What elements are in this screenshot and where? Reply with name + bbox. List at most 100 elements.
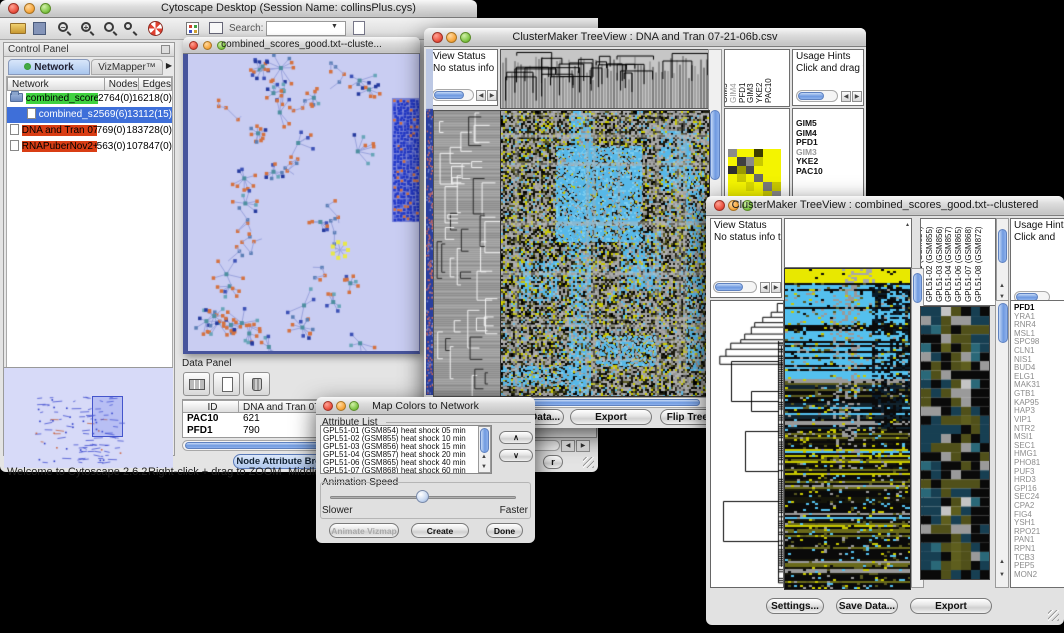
main-title-bar[interactable]: Cytoscape Desktop (Session Name: collins… [0,0,477,18]
zoom-in-icon[interactable]: + [81,22,91,32]
heatmap-cell[interactable] [772,149,781,157]
heatmap-cell[interactable] [754,182,763,190]
heatmap-cell[interactable] [746,149,755,157]
col-header-nodes[interactable]: Nodes [105,77,139,91]
global-heatmap[interactable] [500,110,710,397]
close-icon[interactable] [8,3,19,14]
table-icon[interactable] [183,372,210,396]
attribute-listbox[interactable]: GPL51-01 (GSM854) heat shock 05 minGPL51… [320,425,492,474]
float-panel-icon[interactable] [161,45,170,54]
scroll-left-icon[interactable]: ◀ [760,282,770,293]
resize-grip[interactable] [1048,610,1059,621]
network-row-selected[interactable]: combined_sco 2569(6) 13112(15) [7,107,172,123]
column-dendrogram[interactable] [500,49,709,109]
scroll-up-icon[interactable]: ▲ [481,454,487,460]
settings-button[interactable]: Settings... [766,598,824,614]
heatmap-cell[interactable] [772,166,781,174]
heatmap-cell[interactable] [746,174,755,182]
zoom-vscrollbar[interactable]: ▲ ▼ [995,300,1009,588]
delete-attribute-icon[interactable] [243,372,270,396]
scroll-right-icon[interactable]: ▶ [487,90,497,101]
treeview2-title-bar[interactable]: ClusterMaker TreeView : combined_scores_… [706,196,1064,216]
col-header-id[interactable]: ID [183,400,239,413]
listbox-vscrollbar[interactable]: ▲ ▼ [478,426,491,473]
network-row[interactable]: DNA and Tran 07 769(0) 183728(0) [7,123,172,139]
heatmap-cell[interactable] [737,157,746,165]
export-graphics-button[interactable]: Export Graphics... [570,409,652,425]
tab-vizmapper[interactable]: VizMapper™ [91,59,163,75]
heatmap-cell[interactable] [763,149,772,157]
slider-handle[interactable] [416,490,429,503]
zoom-heatmap[interactable] [920,306,990,580]
edit-page-icon[interactable] [353,21,365,35]
save-data-button[interactable]: Save Data... [836,598,898,614]
animate-vizmap-button[interactable]: Animate Vizmap [329,523,399,538]
usage-hints-hscrollbar[interactable] [796,90,838,102]
heatmap-cell[interactable] [728,182,737,190]
scroll-right-icon[interactable]: ▶ [852,91,862,102]
attribute-browser-tab-fragment[interactable]: r [543,455,563,469]
create-vizmap-button[interactable]: Create Vizmap [411,523,469,538]
heatmap-cell[interactable] [754,174,763,182]
zoom-out-icon[interactable]: − [58,22,68,32]
network-row[interactable]: combined_scores 2764(0) 16218(0) [7,91,172,107]
heatmap-cell[interactable] [746,157,755,165]
view-status-hscrollbar[interactable] [432,89,474,101]
save-icon[interactable] [33,22,46,35]
treeview1-title-bar[interactable]: ClusterMaker TreeView : DNA and Tran 07-… [424,28,866,47]
labels-vscrollbar[interactable]: ▲ ▼ [996,218,1009,306]
scroll-up-icon[interactable]: ▴ [906,221,909,228]
scrollbar-thumb[interactable] [480,428,489,453]
scroll-down-icon[interactable]: ▼ [999,572,1005,578]
heatmap-cell[interactable] [737,174,746,182]
heatmap-cell[interactable] [763,157,772,165]
scroll-up-icon[interactable]: ▲ [999,283,1005,289]
heatmap-cell[interactable] [754,157,763,165]
heatmap-cell[interactable] [728,166,737,174]
row-dendrogram[interactable] [710,300,784,588]
export-graphics-button[interactable]: Export Graphics... [910,598,992,614]
node-palette-icon[interactable] [186,22,199,35]
scrollbar-thumb[interactable] [710,110,720,180]
zoom-selected-icon[interactable] [124,22,132,30]
open-icon[interactable] [10,23,26,34]
scroll-down-icon[interactable]: ▼ [481,464,487,470]
tab-overflow-icon[interactable]: ▶ [166,61,172,70]
scrollbar-thumb[interactable] [998,303,1008,343]
heatmap-cell[interactable] [763,182,772,190]
new-attribute-icon[interactable] [213,372,240,396]
resize-grip[interactable] [583,457,594,468]
scroll-up-icon[interactable]: ▲ [999,559,1005,565]
scroll-left-icon[interactable]: ◀ [476,90,486,101]
heatmap-cell[interactable] [772,157,781,165]
zoom-fit-icon[interactable] [104,22,114,32]
heatmap-cell[interactable] [746,166,755,174]
view-status-hscrollbar[interactable] [713,281,757,293]
heatmap-cell[interactable] [772,174,781,182]
scroll-left-icon[interactable]: ◀ [561,440,575,452]
move-down-button[interactable]: ∨ [499,449,533,462]
overview-selection-rect[interactable] [92,396,123,437]
tab-network[interactable]: Network [8,59,90,75]
zoom-window-icon[interactable] [40,3,51,14]
heatmap-cell[interactable] [763,174,772,182]
scrollbar-thumb[interactable] [998,229,1007,263]
scrollbar-thumb[interactable] [913,273,922,303]
col-header-network[interactable]: Network [7,77,105,91]
network-row[interactable]: RNAPuberNov2+! 563(0) 107847(0) [7,139,172,155]
heatmap-cell[interactable] [728,157,737,165]
minimize-icon[interactable] [24,3,35,14]
heatmap-cell[interactable] [763,166,772,174]
search-dropdown-icon[interactable]: ▼ [331,23,338,30]
network-view-title-bar[interactable]: combined_scores_good.txt--cluste... [183,37,420,54]
row-dendrogram[interactable] [433,110,500,397]
heatmap-cell[interactable] [737,182,746,190]
zoom-heatmap[interactable] [728,149,781,199]
heatmap-cell[interactable] [737,166,746,174]
annotation-icon[interactable] [209,22,223,34]
global-overview-strip[interactable] [426,49,433,395]
heatmap-cell[interactable] [754,149,763,157]
network-graph[interactable] [188,54,419,351]
global-heatmap[interactable] [784,268,911,590]
heatmap-cell[interactable] [746,182,755,190]
